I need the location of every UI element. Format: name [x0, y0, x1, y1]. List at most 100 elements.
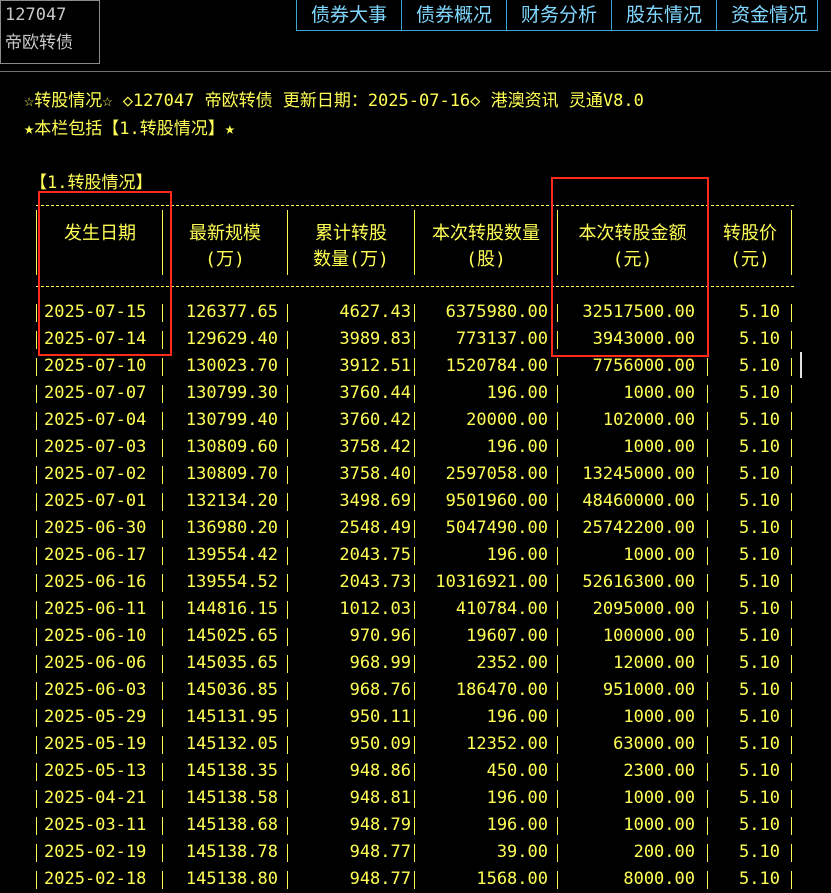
cell-quantity: 196.00: [486, 545, 548, 565]
column-separator: [557, 601, 558, 619]
cell-scale: 126377.65: [185, 302, 278, 322]
column-separator: [162, 466, 163, 484]
column-separator: [791, 304, 792, 322]
header-separator: [36, 210, 37, 275]
cell-date: 2025-06-06: [44, 653, 147, 673]
table-row[interactable]: 2025-07-02 130809.70 3758.40 2597058.00 1324…: [36, 461, 794, 488]
cell-scale: 145138.35: [185, 761, 278, 781]
column-separator: [287, 628, 288, 646]
column-separator: [36, 682, 37, 700]
cell-scale: 139554.52: [185, 572, 278, 592]
column-separator: [557, 655, 558, 673]
column-separator: [162, 682, 163, 700]
table-row[interactable]: 2025-07-07 130799.30 3760.44 196.00 1000.00 5…: [36, 380, 794, 407]
highlight-box-amount: [551, 177, 709, 357]
column-separator: [557, 790, 558, 808]
column-separator: [557, 520, 558, 538]
column-separator: [287, 736, 288, 754]
cell-quantity: 9501960.00: [445, 491, 548, 511]
table-row[interactable]: 2025-05-13 145138.35 948.86 450.00 2300.00 5.…: [36, 758, 794, 785]
table-row[interactable]: 2025-04-21 145138.58 948.81 196.00 1000.00 5.…: [36, 785, 794, 812]
column-separator: [557, 439, 558, 457]
cell-scale: 144816.15: [185, 599, 278, 619]
tab-financial-analysis[interactable]: 财务分析: [507, 0, 613, 30]
cell-date: 2025-05-29: [44, 707, 147, 727]
column-separator: [162, 628, 163, 646]
table-row[interactable]: 2025-06-16 139554.52 2043.73 10316921.00 526…: [36, 569, 794, 596]
table-row[interactable]: 2025-06-17 139554.42 2043.75 196.00 1000.00 5…: [36, 542, 794, 569]
column-separator: [414, 871, 415, 889]
cell-date: 2025-02-19: [44, 842, 147, 862]
tab-bond-overview[interactable]: 债券概况: [402, 0, 508, 30]
cell-date: 2025-07-10: [44, 356, 147, 376]
cell-date: 2025-05-13: [44, 761, 147, 781]
table-row[interactable]: 2025-02-19 145138.78 948.77 39.00 200.00 5.10: [36, 839, 794, 866]
table-row[interactable]: 2025-06-06 145035.65 968.99 2352.00 12000.00…: [36, 650, 794, 677]
cell-price: 5.10: [739, 491, 780, 511]
cell-cumulative: 3912.51: [339, 356, 411, 376]
table-row[interactable]: 2025-06-30 136980.20 2548.49 5047490.00 2574…: [36, 515, 794, 542]
column-separator: [414, 682, 415, 700]
info-line-2: ★本栏包括【1.转股情况】★: [24, 119, 235, 139]
column-separator: [414, 520, 415, 538]
tab-fund-status[interactable]: 资金情况: [717, 0, 817, 30]
column-separator: [791, 412, 792, 430]
table-row[interactable]: 2025-07-10 130023.70 3912.51 1520784.00 7756…: [36, 353, 794, 380]
cell-amount: 200.00: [633, 842, 695, 862]
column-separator: [36, 304, 37, 322]
column-separator: [414, 790, 415, 808]
column-separator: [414, 385, 415, 403]
column-separator: [36, 844, 37, 862]
cell-cumulative: 968.99: [349, 653, 411, 673]
cell-scale: 130799.40: [185, 410, 278, 430]
table-row[interactable]: 2025-07-03 130809.60 3758.42 196.00 1000.00 5…: [36, 434, 794, 461]
column-separator: [791, 385, 792, 403]
cell-cumulative: 3498.69: [339, 491, 411, 511]
column-separator: [162, 358, 163, 376]
cell-cumulative: 3760.44: [339, 383, 411, 403]
cell-amount: 52616300.00: [582, 572, 695, 592]
cell-price: 5.10: [739, 356, 780, 376]
column-separator: [287, 709, 288, 727]
column-separator: [791, 628, 792, 646]
table-row[interactable]: 2025-05-29 145131.95 950.11 196.00 1000.00 5.…: [36, 704, 794, 731]
table-row[interactable]: 2025-06-11 144816.15 1012.03 410784.00 20950…: [36, 596, 794, 623]
cell-scale: 136980.20: [185, 518, 278, 538]
column-separator: [36, 466, 37, 484]
column-separator: [36, 736, 37, 754]
column-separator: [162, 817, 163, 835]
column-separator: [791, 601, 792, 619]
column-separator: [36, 331, 37, 349]
cell-scale: 145036.85: [185, 680, 278, 700]
table-row[interactable]: 2025-03-11 145138.68 948.79 196.00 1000.00 5.…: [36, 812, 794, 839]
column-separator: [791, 682, 792, 700]
header-separator: [791, 210, 792, 275]
cell-date: 2025-03-11: [44, 815, 147, 835]
header-cumulative: 累计转股 数量(万): [313, 223, 389, 270]
tab-shareholders[interactable]: 股东情况: [612, 0, 718, 30]
cell-scale: 139554.42: [185, 545, 278, 565]
column-separator: [557, 412, 558, 430]
cell-price: 5.10: [739, 626, 780, 646]
table-row[interactable]: 2025-07-04 130799.40 3760.42 20000.00 102000…: [36, 407, 794, 434]
column-separator: [791, 439, 792, 457]
cell-cumulative: 3758.42: [339, 437, 411, 457]
cell-quantity: 2597058.00: [445, 464, 548, 484]
cell-cumulative: 4627.43: [339, 302, 411, 322]
column-separator: [791, 871, 792, 889]
table-row[interactable]: 2025-07-01 132134.20 3498.69 9501960.00 4846…: [36, 488, 794, 515]
column-separator: [791, 790, 792, 808]
cell-price: 5.10: [739, 815, 780, 835]
table-row[interactable]: 2025-06-10 145025.65 970.96 19607.00 100000.…: [36, 623, 794, 650]
tab-bond-events[interactable]: 债券大事: [297, 0, 403, 30]
cell-scale: 145138.78: [185, 842, 278, 862]
column-separator: [162, 601, 163, 619]
cell-date: 2025-02-18: [44, 869, 147, 889]
table-row[interactable]: 2025-05-19 145132.05 950.09 12352.00 63000.0…: [36, 731, 794, 758]
conversion-table: 2025-07-15 126377.65 4627.43 6375980.00 3251…: [36, 299, 794, 893]
cell-price: 5.10: [739, 653, 780, 673]
column-separator: [162, 871, 163, 889]
table-row[interactable]: 2025-02-18 145138.80 948.77 1568.00 8000.00 5…: [36, 866, 794, 893]
table-row[interactable]: 2025-06-03 145036.85 968.76 186470.00 951000…: [36, 677, 794, 704]
column-separator: [557, 817, 558, 835]
